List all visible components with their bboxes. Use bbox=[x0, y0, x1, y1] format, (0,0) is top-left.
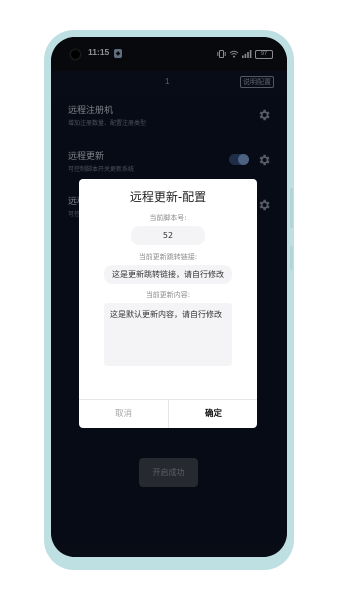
phone-screen: 11:15 ◆ 97 1 说明配置 远程注册机 增加注册数量、配置注册类型 远程… bbox=[51, 37, 287, 557]
config-dialog: 远程更新-配置 当前脚本号: 52 当前更新跳转链接: 这是更新跳转链接，请自行… bbox=[79, 179, 257, 428]
cancel-button[interactable]: 取消 bbox=[79, 400, 168, 428]
version-input[interactable]: 52 bbox=[131, 226, 205, 245]
link-label: 当前更新跳转链接: bbox=[138, 253, 198, 261]
dialog-title: 远程更新-配置 bbox=[129, 190, 207, 204]
link-input[interactable]: 这是更新跳转链接，请自行修改 bbox=[104, 265, 232, 284]
content-textarea[interactable]: 这是默认更新内容，请自行修改 bbox=[104, 303, 232, 366]
side-button bbox=[290, 246, 293, 270]
confirm-button[interactable]: 确定 bbox=[169, 400, 257, 428]
version-label: 当前脚本号: bbox=[149, 214, 187, 222]
side-button bbox=[290, 188, 293, 228]
content-label: 当前更新内容: bbox=[145, 291, 191, 299]
